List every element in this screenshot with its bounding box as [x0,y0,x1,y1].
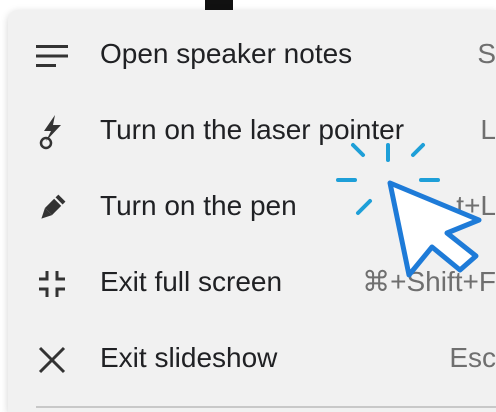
menu-item-label: Exit full screen [100,266,283,297]
speaker-notes-icon [34,38,70,74]
menu-item-shortcut: Esc [449,342,496,373]
menu-item-speaker-notes[interactable]: Open speaker notes S [8,16,496,92]
menu-divider [36,406,496,408]
menu-item-pen[interactable]: Turn on the pen t+L [8,168,496,244]
menu-item-shortcut: L [480,114,496,145]
menu-anchor-peek [205,0,233,10]
menu-item-exit-full-screen[interactable]: Exit full screen ⌘+Shift+F [8,244,496,320]
menu-item-label: Turn on the pen [100,190,297,221]
menu-item-label: Exit slideshow [100,342,278,373]
close-icon [34,342,70,378]
exit-fullscreen-icon [34,266,70,302]
menu-item-label: Open speaker notes [100,38,353,69]
pen-icon [34,190,70,226]
slideshow-options-menu: Open speaker notes S Turn on the laser p… [8,10,496,412]
menu-item-shortcut: ⌘+Shift+F [362,266,496,297]
menu-item-shortcut: t+L [456,190,496,221]
menu-item-label: Turn on the laser pointer [100,114,405,145]
laser-pointer-icon [34,114,70,150]
menu-item-exit-slideshow[interactable]: Exit slideshow Esc [8,320,496,396]
menu-item-laser-pointer[interactable]: Turn on the laser pointer L [8,92,496,168]
menu-item-shortcut: S [477,38,496,69]
